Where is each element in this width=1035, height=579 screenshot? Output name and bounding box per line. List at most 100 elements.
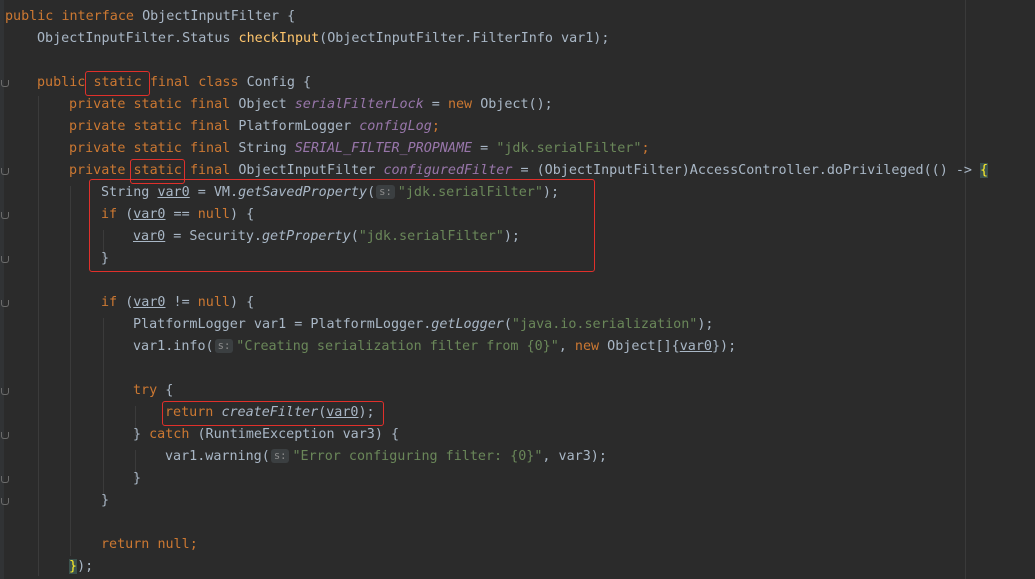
code-line[interactable]: return null; — [101, 534, 198, 556]
fold-marker-icon[interactable] — [1, 212, 9, 219]
code-token: final — [189, 119, 239, 134]
code-token: Object[]{ — [607, 339, 680, 354]
code-token: final — [189, 97, 239, 112]
code-token: ; — [641, 141, 650, 156]
highlight-property-lookup-block — [89, 179, 595, 272]
code-line[interactable]: private static final PlatformLogger conf… — [69, 116, 440, 138]
code-line[interactable]: public static final class Config { — [37, 72, 311, 94]
code-line[interactable]: try { — [133, 380, 173, 402]
code-token: SERIAL_FILTER_PROPNAME — [294, 141, 473, 156]
code-token: } — [133, 427, 150, 442]
code-token: "Error configuring filter: {0}" — [292, 449, 543, 464]
code-token: private — [69, 141, 134, 156]
code-token: getLogger — [431, 317, 504, 332]
code-token: Object — [238, 97, 295, 112]
code-token: private — [69, 119, 134, 134]
code-token: var0 — [679, 339, 712, 354]
code-line[interactable]: } catch (RuntimeException var3) { — [133, 424, 399, 446]
code-token: checkInput — [238, 31, 320, 46]
code-token: { — [980, 163, 989, 178]
code-token: }); — [711, 339, 737, 354]
code-token: Config { — [246, 75, 312, 90]
code-token: } — [69, 559, 78, 574]
code-token: ) { — [230, 295, 255, 310]
highlight-return-createfilter — [162, 401, 384, 426]
code-token: } — [101, 493, 110, 508]
code-line[interactable]: if (var0 != null) { — [101, 292, 254, 314]
code-token: interface — [61, 9, 143, 24]
code-token: ObjectInputFilter.Status — [37, 31, 239, 46]
code-token: new — [574, 339, 608, 354]
code-token: ; — [189, 537, 198, 552]
code-token: configuredFilter — [383, 163, 513, 178]
code-token: var1.info( — [133, 339, 214, 354]
code-token: private — [69, 97, 134, 112]
code-editor[interactable]: public interface ObjectInputFilter {Obje… — [0, 0, 1035, 579]
code-token: try — [133, 383, 166, 398]
code-token: PlatformLogger var1 = PlatformLogger. — [133, 317, 432, 332]
code-token: configLog — [359, 119, 432, 134]
code-line[interactable]: } — [133, 468, 141, 490]
code-token: ; — [431, 119, 440, 134]
code-token: String — [238, 141, 295, 156]
code-token: public — [5, 9, 62, 24]
code-token: , — [558, 339, 575, 354]
code-line[interactable]: private static final String SERIAL_FILTE… — [69, 138, 650, 160]
code-line[interactable]: var1.info(s: "Creating serialization filt… — [133, 336, 736, 358]
code-token: "java.io.serialization" — [511, 317, 698, 332]
code-token: new — [447, 97, 481, 112]
code-token: ( — [503, 317, 512, 332]
code-token: , var3); — [542, 449, 607, 464]
param-hint: s: — [214, 339, 234, 353]
code-token: (RuntimeException var3) { — [197, 427, 400, 442]
code-line[interactable]: public interface ObjectInputFilter { — [5, 6, 295, 28]
code-token: static — [133, 119, 190, 134]
code-token: class — [198, 75, 247, 90]
code-token: Object(); — [480, 97, 553, 112]
fold-marker-icon[interactable] — [1, 476, 9, 483]
code-line[interactable]: ObjectInputFilter.Status checkInput(Obje… — [37, 28, 609, 50]
fold-marker-icon[interactable] — [1, 300, 9, 307]
code-token: = (ObjectInputFilter)AccessController.do… — [512, 163, 981, 178]
code-token: ObjectInputFilter — [238, 163, 384, 178]
fold-marker-icon[interactable] — [1, 498, 9, 505]
code-token: final — [189, 141, 239, 156]
code-line[interactable]: }); — [69, 556, 93, 578]
fold-marker-icon[interactable] — [1, 256, 9, 263]
code-token: ); — [697, 317, 714, 332]
code-token: final — [189, 163, 239, 178]
code-token: final — [149, 75, 199, 90]
code-token: != — [165, 295, 198, 310]
code-token: = — [423, 97, 448, 112]
code-token: { — [165, 383, 174, 398]
code-token: static — [133, 97, 190, 112]
code-token: catch — [149, 427, 198, 442]
code-token: null — [197, 295, 230, 310]
fold-marker-icon[interactable] — [1, 80, 9, 87]
code-token: null — [157, 537, 190, 552]
fold-marker-icon[interactable] — [1, 432, 9, 439]
code-token: static — [133, 141, 190, 156]
code-line[interactable]: private static final Object serialFilter… — [69, 94, 553, 116]
code-token: "jdk.serialFilter" — [496, 141, 642, 156]
code-token: if — [101, 295, 126, 310]
code-line[interactable]: } — [101, 490, 109, 512]
code-token: ); — [77, 559, 94, 574]
code-token: = — [472, 141, 497, 156]
code-token: return — [101, 537, 158, 552]
code-token: } — [133, 471, 142, 486]
code-token: PlatformLogger — [238, 119, 360, 134]
code-line[interactable]: var1.warning(s: "Error configuring filter… — [165, 446, 607, 468]
code-token: "Creating serialization filter from {0}" — [236, 339, 559, 354]
code-token: var0 — [133, 295, 166, 310]
code-token: var1.warning( — [165, 449, 270, 464]
code-line[interactable]: PlatformLogger var1 = PlatformLogger.get… — [133, 314, 713, 336]
code-token: serialFilterLock — [294, 97, 424, 112]
param-hint: s: — [270, 449, 290, 463]
code-token: private — [69, 163, 134, 178]
code-token: (ObjectInputFilter.FilterInfo var1); — [319, 31, 610, 46]
highlight-static-keyword — [85, 71, 150, 96]
code-token: ObjectInputFilter { — [142, 9, 296, 24]
fold-marker-icon[interactable] — [1, 388, 9, 395]
fold-marker-icon[interactable] — [1, 168, 9, 175]
